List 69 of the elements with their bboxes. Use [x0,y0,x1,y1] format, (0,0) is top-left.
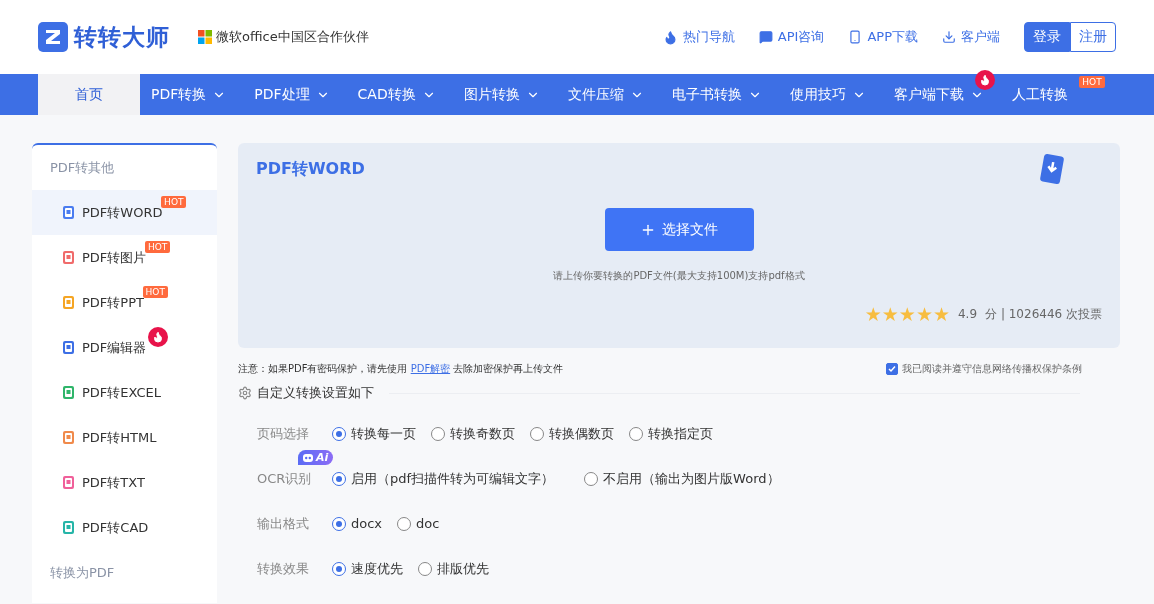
upload-hint: 请上传你要转换的PDF文件(最大支持100M)支持pdf格式 [553,269,805,283]
header-link[interactable]: 客户端 [942,28,1000,46]
option-label: 启用（pdf扫描件转为可编辑文字） [351,469,555,488]
download-icon [942,30,956,44]
setting-label: 转换效果 [257,559,310,578]
setting-label: 页码选择 [257,424,310,443]
download-document-icon [1039,153,1065,185]
upload-title: PDF转WORD [256,159,365,180]
hot-badge: HOT [142,285,168,298]
login-button[interactable]: 登录 [1024,22,1070,52]
nav-item[interactable]: 首页 [38,74,140,115]
nav-item[interactable]: 文件压缩 [556,74,655,115]
phone-icon [848,30,863,44]
setting-label: 输出格式 [257,514,310,533]
choose-file-button[interactable]: 选择文件 [604,208,754,251]
logo-icon [38,22,68,52]
settings-icon [238,386,252,400]
nav-item[interactable]: PDF转换 [140,74,238,115]
nav-item[interactable]: 图片转换 [452,74,551,115]
radio-button[interactable] [397,516,412,531]
register-button[interactable]: 注册 [1070,22,1116,52]
radio-button[interactable] [431,426,445,441]
radio-button[interactable] [332,561,346,576]
option-label: 不启用（输出为图片版Word） [603,469,780,488]
settings-title: 自定义转换设置如下 [257,384,374,402]
nav-item[interactable]: CAD转换 [346,74,447,115]
radio-button[interactable] [332,471,346,486]
nav-item[interactable]: 客户端下载 [882,74,995,115]
radio-button[interactable] [332,426,346,441]
header-link[interactable]: APP下载 [848,28,918,46]
password-notice: 注意：如果PDF有密码保护，请先使用 PDF解密 去除加密保护再上传文件 [238,362,564,376]
hot-badge: HOT [1079,76,1105,88]
flame-icon [662,29,678,45]
hot-badge: HOT [161,195,187,208]
hot-badge: HOT [144,240,171,253]
option-label: 排版优先 [437,559,489,578]
sidebar-item[interactable]: PDF转WORD HOT [32,190,217,235]
radio-button[interactable] [418,561,432,576]
header-link[interactable]: 热门导航 [662,28,735,46]
option-label: 转换奇数页 [450,424,515,443]
ai-badge: Ai [298,450,334,465]
radio-button[interactable] [332,516,346,531]
option-label: 转换每一页 [351,424,416,443]
logo-text: 转转大师 [74,22,170,52]
header-link[interactable]: API咨询 [758,28,825,46]
nav-item[interactable]: 人工转换 [1000,74,1079,115]
agreement-label: 我已阅读并遵守信息网络传播权保护条例 [902,362,1082,376]
sidebar-group-title: PDF转其他 [49,159,116,177]
rating-score: 4.9 [957,307,978,321]
nav-item[interactable]: 电子书转换 [660,74,773,115]
radio-button[interactable] [530,426,544,441]
option-label: 转换指定页 [648,424,713,443]
option-label: docx [351,516,383,531]
option-label: 转换偶数页 [549,424,614,443]
option-label: doc [416,516,440,531]
star-rating: ★★★★★ [864,303,950,325]
radio-button[interactable] [584,471,599,486]
setting-label: OCR识别 [257,469,313,488]
sidebar-group-title: 转换为PDF [49,564,116,582]
nav-item[interactable]: PDF处理 [243,74,341,115]
decrypt-link[interactable]: PDF解密 [410,363,451,374]
option-label: 速度优先 [351,559,403,578]
radio-button[interactable] [629,426,643,441]
vote-count: 分 | 1026446 次投票 [985,305,1102,323]
partner-text: 微软office中国区合作伙伴 [216,28,369,46]
chat-icon [758,30,773,44]
nav-item[interactable]: 使用技巧 [778,74,877,115]
windows-logo-icon [198,30,212,44]
agreement-checkbox[interactable] [886,363,898,375]
